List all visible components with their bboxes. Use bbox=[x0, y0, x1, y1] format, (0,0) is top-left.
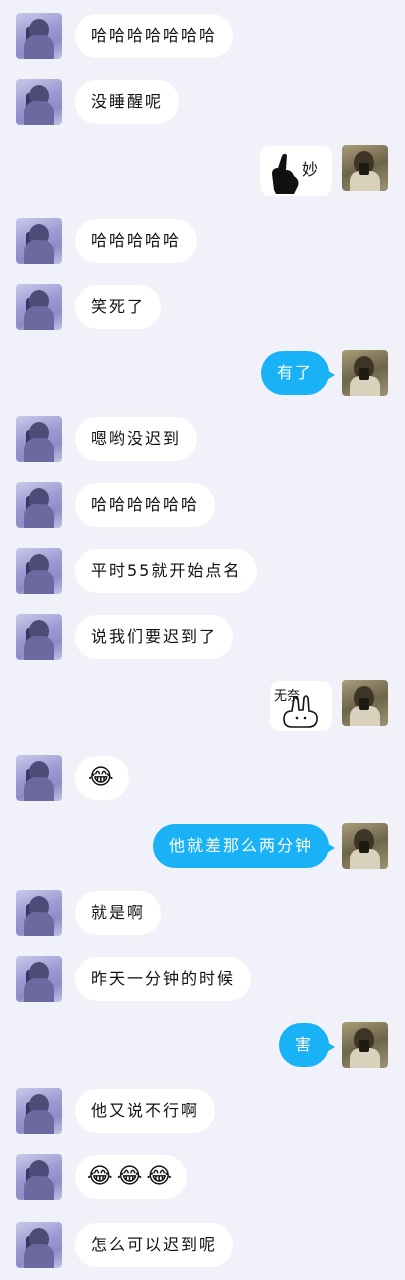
message-bubble[interactable]: 他又说不行啊 bbox=[75, 1089, 216, 1133]
contact-avatar[interactable] bbox=[16, 890, 62, 936]
finger-sticker[interactable]: 妙 bbox=[260, 146, 332, 196]
contact-avatar[interactable] bbox=[16, 548, 62, 594]
contact-avatar[interactable] bbox=[16, 416, 62, 462]
bunny-sticker[interactable]: 无奈 bbox=[270, 681, 332, 731]
contact-avatar[interactable] bbox=[16, 614, 62, 660]
self-avatar[interactable] bbox=[342, 680, 388, 726]
tears-of-joy-emoji: 😂 bbox=[88, 765, 118, 790]
contact-avatar[interactable] bbox=[16, 284, 62, 330]
contact-avatar[interactable] bbox=[16, 1154, 62, 1200]
self-avatar[interactable] bbox=[342, 145, 388, 191]
contact-avatar[interactable] bbox=[16, 13, 62, 59]
message-bubble[interactable]: 说我们要迟到了 bbox=[75, 615, 234, 659]
contact-avatar[interactable] bbox=[16, 956, 62, 1002]
message-bubble[interactable]: 哈哈哈哈哈 bbox=[75, 219, 198, 263]
contact-avatar[interactable] bbox=[16, 218, 62, 264]
message-bubble[interactable]: 哈哈哈哈哈哈哈 bbox=[75, 14, 234, 58]
sticker-caption: 无奈 bbox=[274, 689, 301, 704]
message-bubble[interactable]: 平时55就开始点名 bbox=[75, 549, 258, 593]
contact-avatar[interactable] bbox=[16, 755, 62, 801]
message-bubble[interactable]: 没睡醒呢 bbox=[75, 80, 180, 124]
contact-avatar[interactable] bbox=[16, 1088, 62, 1134]
message-bubble[interactable]: 他就差那么两分钟 bbox=[152, 824, 336, 868]
self-avatar[interactable] bbox=[342, 823, 388, 869]
self-avatar[interactable] bbox=[342, 350, 388, 396]
contact-avatar[interactable] bbox=[16, 1222, 62, 1268]
sticker-caption: 妙 bbox=[302, 160, 319, 179]
message-bubble[interactable]: 😂😂😂 bbox=[75, 1155, 187, 1199]
message-bubble[interactable]: 😂 bbox=[75, 756, 129, 800]
message-bubble[interactable]: 有了 bbox=[260, 351, 336, 395]
message-bubble[interactable]: 笑死了 bbox=[75, 285, 162, 329]
pointing-finger-icon bbox=[272, 153, 299, 194]
self-avatar[interactable] bbox=[342, 1022, 388, 1068]
message-bubble[interactable]: 嗯哟没迟到 bbox=[75, 417, 198, 461]
message-bubble[interactable]: 怎么可以迟到呢 bbox=[75, 1223, 234, 1267]
message-bubble[interactable]: 就是啊 bbox=[75, 891, 162, 935]
contact-avatar[interactable] bbox=[16, 482, 62, 528]
tears-of-joy-emoji: 😂😂😂 bbox=[87, 1164, 177, 1189]
message-bubble[interactable]: 哈哈哈哈哈哈 bbox=[75, 483, 216, 527]
message-bubble[interactable]: 昨天一分钟的时候 bbox=[75, 957, 252, 1001]
contact-avatar[interactable] bbox=[16, 79, 62, 125]
message-bubble[interactable]: 害 bbox=[278, 1023, 336, 1067]
